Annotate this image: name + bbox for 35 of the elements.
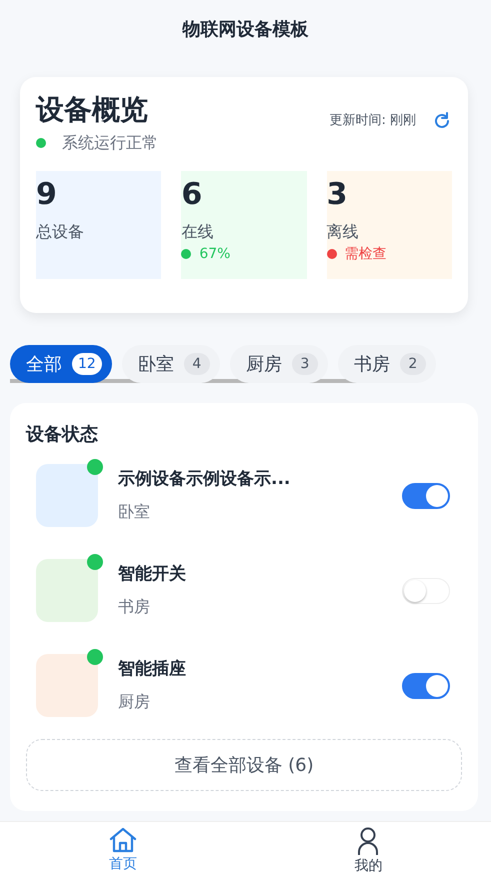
stat-note: 67% [199,244,230,264]
stat-value: 9 [36,176,57,212]
category-tab[interactable]: 书房 2 [338,345,436,383]
nav-tab[interactable]: 我的 [246,822,491,885]
device-room: 卧室 [118,502,150,522]
stat-label: 离线 [326,222,359,241]
view-all-button[interactable]: 查看全部设备 (6) [26,739,462,791]
stat-label: 总设备 [36,222,84,241]
overview-title: 设备概览 [36,93,149,127]
stat-value: 6 [181,176,202,212]
category-tab[interactable]: 厨房 3 [230,345,328,383]
page-title: 物联网设备模板 [182,18,308,42]
count-badge: 12 [72,353,102,375]
device-name: 智能插座 [118,658,187,681]
category-tab[interactable]: 全部 12 [10,345,112,383]
toggle-switch[interactable] [402,482,450,508]
toggle-switch[interactable] [402,672,450,698]
device-room: 书房 [118,597,150,616]
category-tab[interactable]: 卧室 4 [122,345,220,383]
panel-title: 设备状态 [26,423,99,447]
status-text: 系统运行正常 [62,132,158,154]
user-icon [356,826,380,856]
refresh-icon[interactable] [432,110,452,131]
device-room: 厨房 [118,692,150,712]
stat-label: 在线 [181,222,214,241]
stat-note: 需检查 [344,244,387,264]
device-name: 示例设备示例设备示... [118,468,292,491]
count-badge: 2 [400,353,426,375]
nav-tab[interactable]: 首页 [0,822,246,885]
device-name: 智能开关 [118,562,187,586]
update-time: 更新时间: 刚刚 [329,112,416,130]
home-icon [108,826,138,854]
count-badge: 3 [292,353,318,375]
count-badge: 4 [184,353,210,375]
stat-value: 3 [326,176,348,212]
